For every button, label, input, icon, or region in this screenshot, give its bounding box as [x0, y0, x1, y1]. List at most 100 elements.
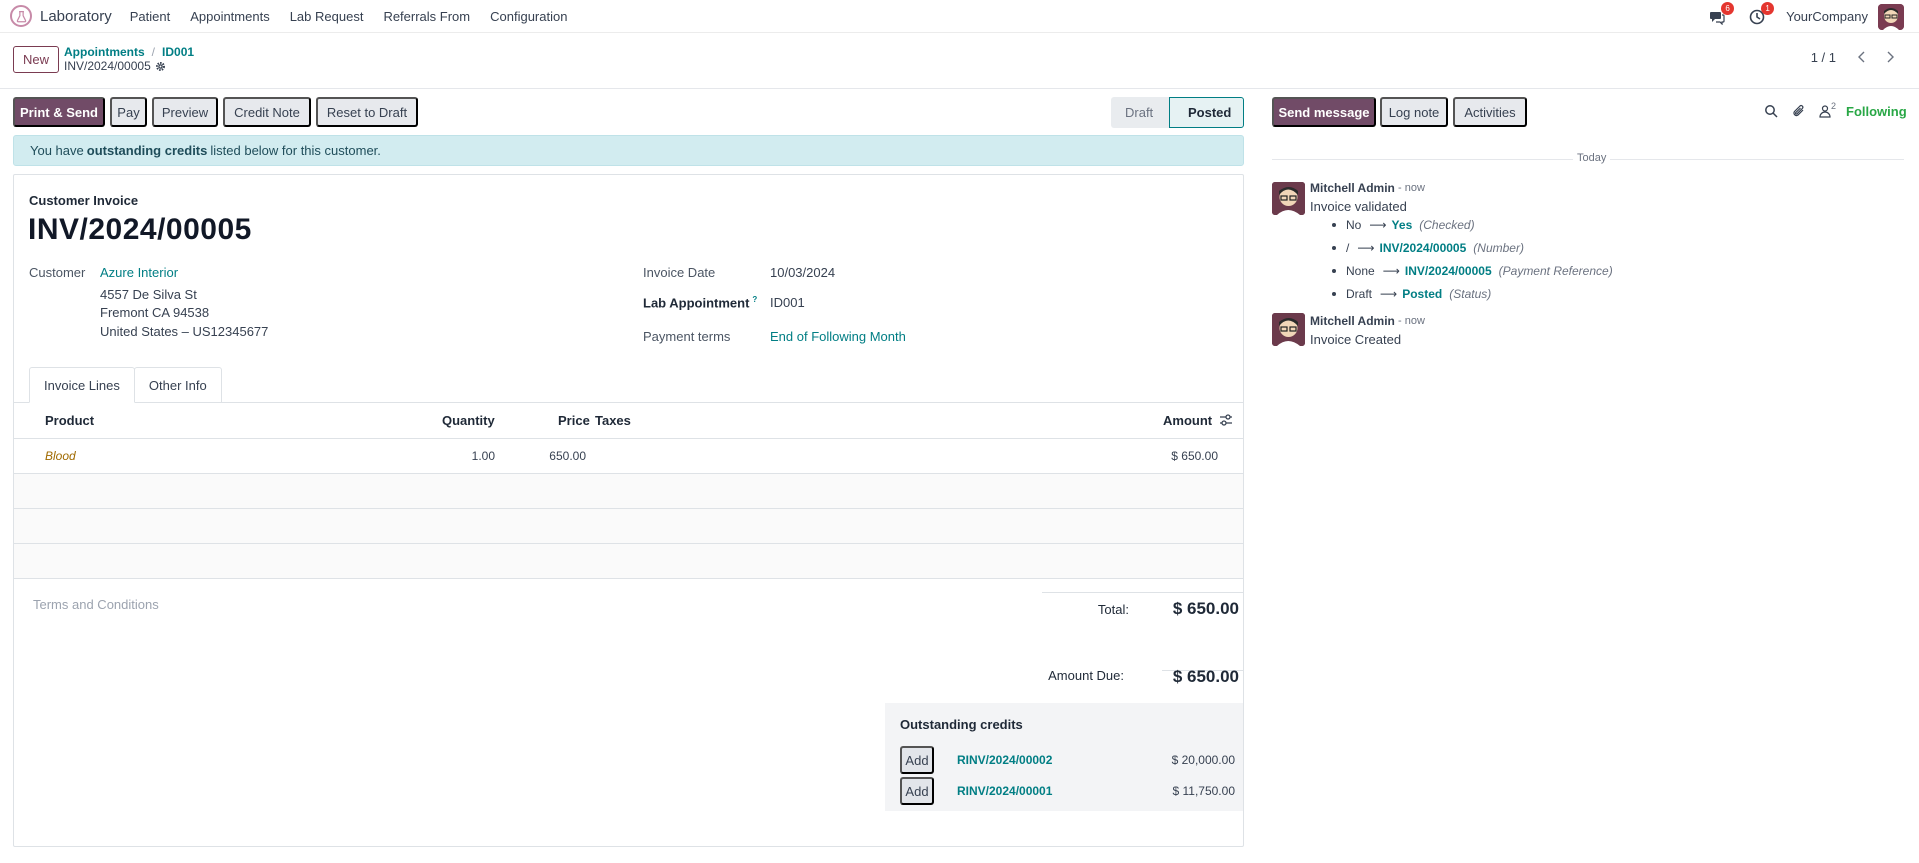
menu-patient[interactable]: Patient: [130, 9, 170, 24]
credit-row: Add RINV/2024/00001 $ 11,750.00: [900, 777, 1235, 805]
line-product[interactable]: Blood: [45, 449, 76, 463]
message-author[interactable]: Mitchell Admin: [1310, 314, 1395, 328]
tab-invoice-lines[interactable]: Invoice Lines: [29, 367, 135, 403]
navbar-systray: 6 1 YourCompany: [1706, 0, 1919, 33]
tracking-field: (Number): [1473, 241, 1524, 255]
column-price[interactable]: Price: [558, 413, 590, 428]
today-label: Today: [1573, 152, 1611, 164]
tracking-old: No: [1346, 218, 1362, 232]
laboratory-app-icon[interactable]: [10, 5, 32, 27]
paperclip-icon[interactable]: [1790, 102, 1808, 120]
customer-label: Customer: [29, 265, 86, 280]
terms-conditions-field[interactable]: Terms and Conditions: [33, 597, 159, 612]
menu-lab-request[interactable]: Lab Request: [290, 9, 364, 24]
tracking-field: (Payment Reference): [1498, 264, 1613, 278]
message-time: - now: [1398, 315, 1425, 327]
tracking-value: Draft ⟶ Posted (Status): [1332, 287, 1492, 301]
pay-button[interactable]: Pay: [110, 97, 147, 127]
tracking-new: INV/2024/00005: [1379, 241, 1467, 255]
status-posted[interactable]: Posted: [1169, 97, 1244, 128]
new-button[interactable]: New: [13, 46, 59, 73]
status-draft[interactable]: Draft: [1111, 97, 1169, 128]
pager-previous-icon[interactable]: [1848, 47, 1876, 67]
tracking-value: / ⟶ INV/2024/00005 (Number): [1332, 241, 1524, 255]
tracking-field: (Status): [1449, 287, 1492, 301]
column-settings-icon[interactable]: [1219, 413, 1233, 427]
column-amount[interactable]: Amount: [1163, 413, 1212, 428]
tracking-value: No ⟶ Yes (Checked): [1332, 218, 1475, 232]
avatar[interactable]: [1272, 182, 1305, 215]
add-credit-button[interactable]: Add: [900, 746, 934, 774]
record-title: INV/2024/00005: [64, 59, 166, 73]
line-amount: $ 650.00: [1171, 449, 1218, 463]
customer-link[interactable]: Azure Interior: [100, 265, 178, 280]
invoice-date-label: Invoice Date: [643, 265, 716, 280]
bullet: [1332, 223, 1336, 227]
activities-clock-icon[interactable]: 1: [1746, 1, 1775, 28]
activities-button[interactable]: Activities: [1453, 97, 1527, 127]
status-bar: Draft Posted: [1111, 97, 1244, 128]
outstanding-credits-alert: You have outstanding credits listed belo…: [13, 135, 1244, 166]
invoice-lines-header: Product Quantity Price Taxes Amount: [14, 403, 1243, 439]
arrow-right-icon: ⟶: [1369, 218, 1387, 232]
invoice-number: INV/2024/00005: [28, 213, 252, 246]
activities-badge: 1: [1761, 1, 1775, 15]
following-button[interactable]: Following: [1846, 104, 1907, 119]
total-label: Total:: [1097, 602, 1129, 617]
empty-line-row: [14, 544, 1243, 579]
pager-value[interactable]: 1 / 1: [1811, 50, 1836, 65]
payment-terms-label: Payment terms: [643, 329, 731, 344]
record-name: INV/2024/00005: [64, 59, 151, 73]
customer-address-city: Fremont CA 94538: [100, 305, 210, 320]
print-send-button[interactable]: Print & Send: [13, 97, 105, 127]
totals-divider: [1042, 592, 1243, 593]
help-tooltip-icon[interactable]: ?: [752, 295, 757, 304]
lab-appointment-label: Lab Appointment?: [643, 295, 757, 310]
customer-address-country: United States – US12345677: [100, 324, 269, 339]
menu-configuration[interactable]: Configuration: [490, 9, 567, 24]
breadcrumb-separator: /: [151, 45, 156, 59]
message-author[interactable]: Mitchell Admin: [1310, 181, 1395, 195]
column-taxes[interactable]: Taxes: [595, 413, 631, 428]
column-product[interactable]: Product: [45, 413, 94, 428]
message-time: - now: [1398, 182, 1425, 194]
line-quantity[interactable]: 1.00: [454, 449, 495, 463]
invoice-date-value[interactable]: 10/03/2024: [770, 265, 835, 280]
payment-terms-value[interactable]: End of Following Month: [770, 329, 906, 344]
messages-icon[interactable]: 6: [1706, 1, 1735, 28]
credit-reference[interactable]: RINV/2024/00001: [957, 784, 1052, 798]
search-icon[interactable]: [1762, 102, 1780, 120]
log-note-button[interactable]: Log note: [1380, 97, 1448, 127]
column-quantity[interactable]: Quantity: [442, 413, 495, 428]
menu-appointments[interactable]: Appointments: [190, 9, 270, 24]
user-avatar[interactable]: [1878, 3, 1904, 30]
breadcrumb-appointments[interactable]: Appointments: [64, 45, 145, 59]
breadcrumb-id001[interactable]: ID001: [162, 45, 194, 59]
lab-appointment-value[interactable]: ID001: [770, 295, 805, 310]
lab-appointment-label-text: Lab Appointment: [643, 295, 750, 311]
tab-other-info[interactable]: Other Info: [133, 367, 222, 403]
gear-icon[interactable]: [155, 61, 166, 72]
tracking-new: Posted: [1402, 287, 1443, 301]
menu-referrals-from[interactable]: Referrals From: [383, 9, 470, 24]
bullet: [1332, 292, 1336, 296]
tracking-old: Draft: [1346, 287, 1373, 301]
send-message-button[interactable]: Send message: [1272, 97, 1376, 127]
credit-reference[interactable]: RINV/2024/00002: [957, 753, 1052, 767]
alert-text-post: listed below for this customer.: [210, 143, 381, 158]
line-price[interactable]: 650.00: [523, 449, 586, 463]
add-credit-button[interactable]: Add: [900, 777, 934, 805]
avatar[interactable]: [1272, 313, 1305, 346]
preview-button[interactable]: Preview: [152, 97, 218, 127]
credit-row: Add RINV/2024/00002 $ 20,000.00: [900, 746, 1235, 774]
pager-next-icon[interactable]: [1876, 47, 1904, 67]
invoice-line-row[interactable]: Blood 1.00 650.00 $ 650.00: [14, 439, 1243, 474]
credit-note-button[interactable]: Credit Note: [223, 97, 311, 127]
arrow-right-icon: ⟶: [1382, 264, 1400, 278]
alert-text-pre: You have: [30, 143, 84, 158]
app-name[interactable]: Laboratory: [40, 8, 112, 25]
reset-to-draft-button[interactable]: Reset to Draft: [316, 97, 418, 127]
company-switcher[interactable]: YourCompany: [1786, 9, 1868, 24]
control-panel: New Appointments / ID001 INV/2024/00005 1 …: [0, 33, 1919, 89]
tracking-new: Yes: [1391, 218, 1413, 232]
